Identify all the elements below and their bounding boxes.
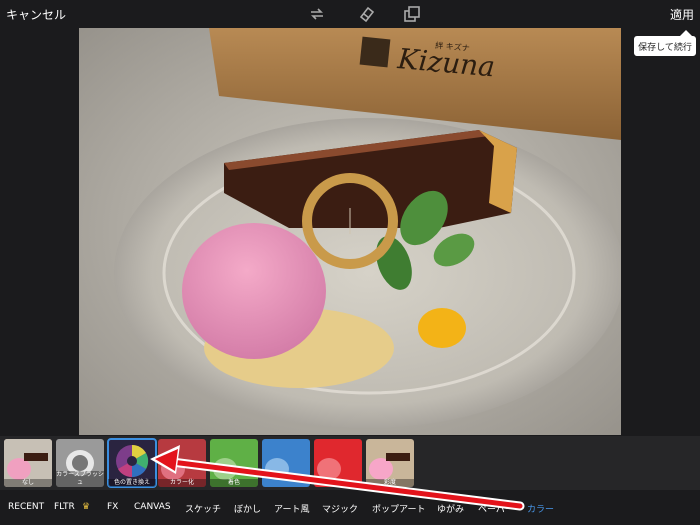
layers-icon[interactable] [402, 4, 422, 24]
tab-pop-art[interactable]: ポップアート [372, 502, 425, 515]
filter-thumb-color-replace[interactable]: 色の置き換え [107, 438, 157, 488]
filter-thumb-saturation[interactable]: 彩度 [366, 439, 414, 487]
tab-blur[interactable]: ぼかし [234, 502, 261, 515]
tab-paper[interactable]: ペーパー [478, 502, 514, 515]
category-tabs: RECENT FLTR ♛ FX CANVAS スケッチ ぼかし アート風 マジ… [0, 496, 700, 522]
filter-thumb-colorize[interactable]: カラー化 [158, 439, 206, 487]
tab-sketch[interactable]: スケッチ [185, 502, 221, 515]
ice-cream [182, 223, 326, 359]
tab-magic[interactable]: マジック [322, 502, 358, 515]
cancel-button[interactable]: キャンセル [6, 6, 66, 23]
crown-icon: ♛ [82, 502, 91, 512]
mango-sauce [418, 308, 466, 348]
filter-thumb-color-splash[interactable]: カラースプラッシュ [56, 439, 104, 487]
tab-distort[interactable]: ゆがみ [437, 502, 464, 515]
eraser-icon[interactable] [356, 4, 376, 24]
tab-art[interactable]: アート風 [274, 502, 309, 515]
tab-recent[interactable]: RECENT [8, 502, 44, 512]
filter-thumb-tint[interactable]: 着色 [210, 439, 258, 487]
tab-fx[interactable]: FX [107, 502, 118, 512]
tab-color[interactable]: カラー [527, 502, 554, 515]
filter-thumbnail-strip: なし カラースプラッシュ 色の置き換え カラー化 着色 彩度 [0, 436, 700, 490]
apply-button[interactable]: 適用 [670, 6, 694, 23]
tab-canvas[interactable]: CANVAS [134, 502, 171, 512]
top-toolbar: キャンセル 適用 [0, 0, 700, 28]
tab-fltr[interactable]: FLTR [54, 502, 75, 512]
save-continue-tooltip[interactable]: 保存して続行 [634, 30, 696, 56]
filter-thumb-red[interactable] [314, 439, 362, 487]
filter-thumb-none[interactable]: なし [4, 439, 52, 487]
filter-thumb-blue[interactable] [262, 439, 310, 487]
redo-icon[interactable] [307, 4, 327, 24]
photo-canvas[interactable]: Kizuna 絆 キズナ [79, 28, 621, 435]
